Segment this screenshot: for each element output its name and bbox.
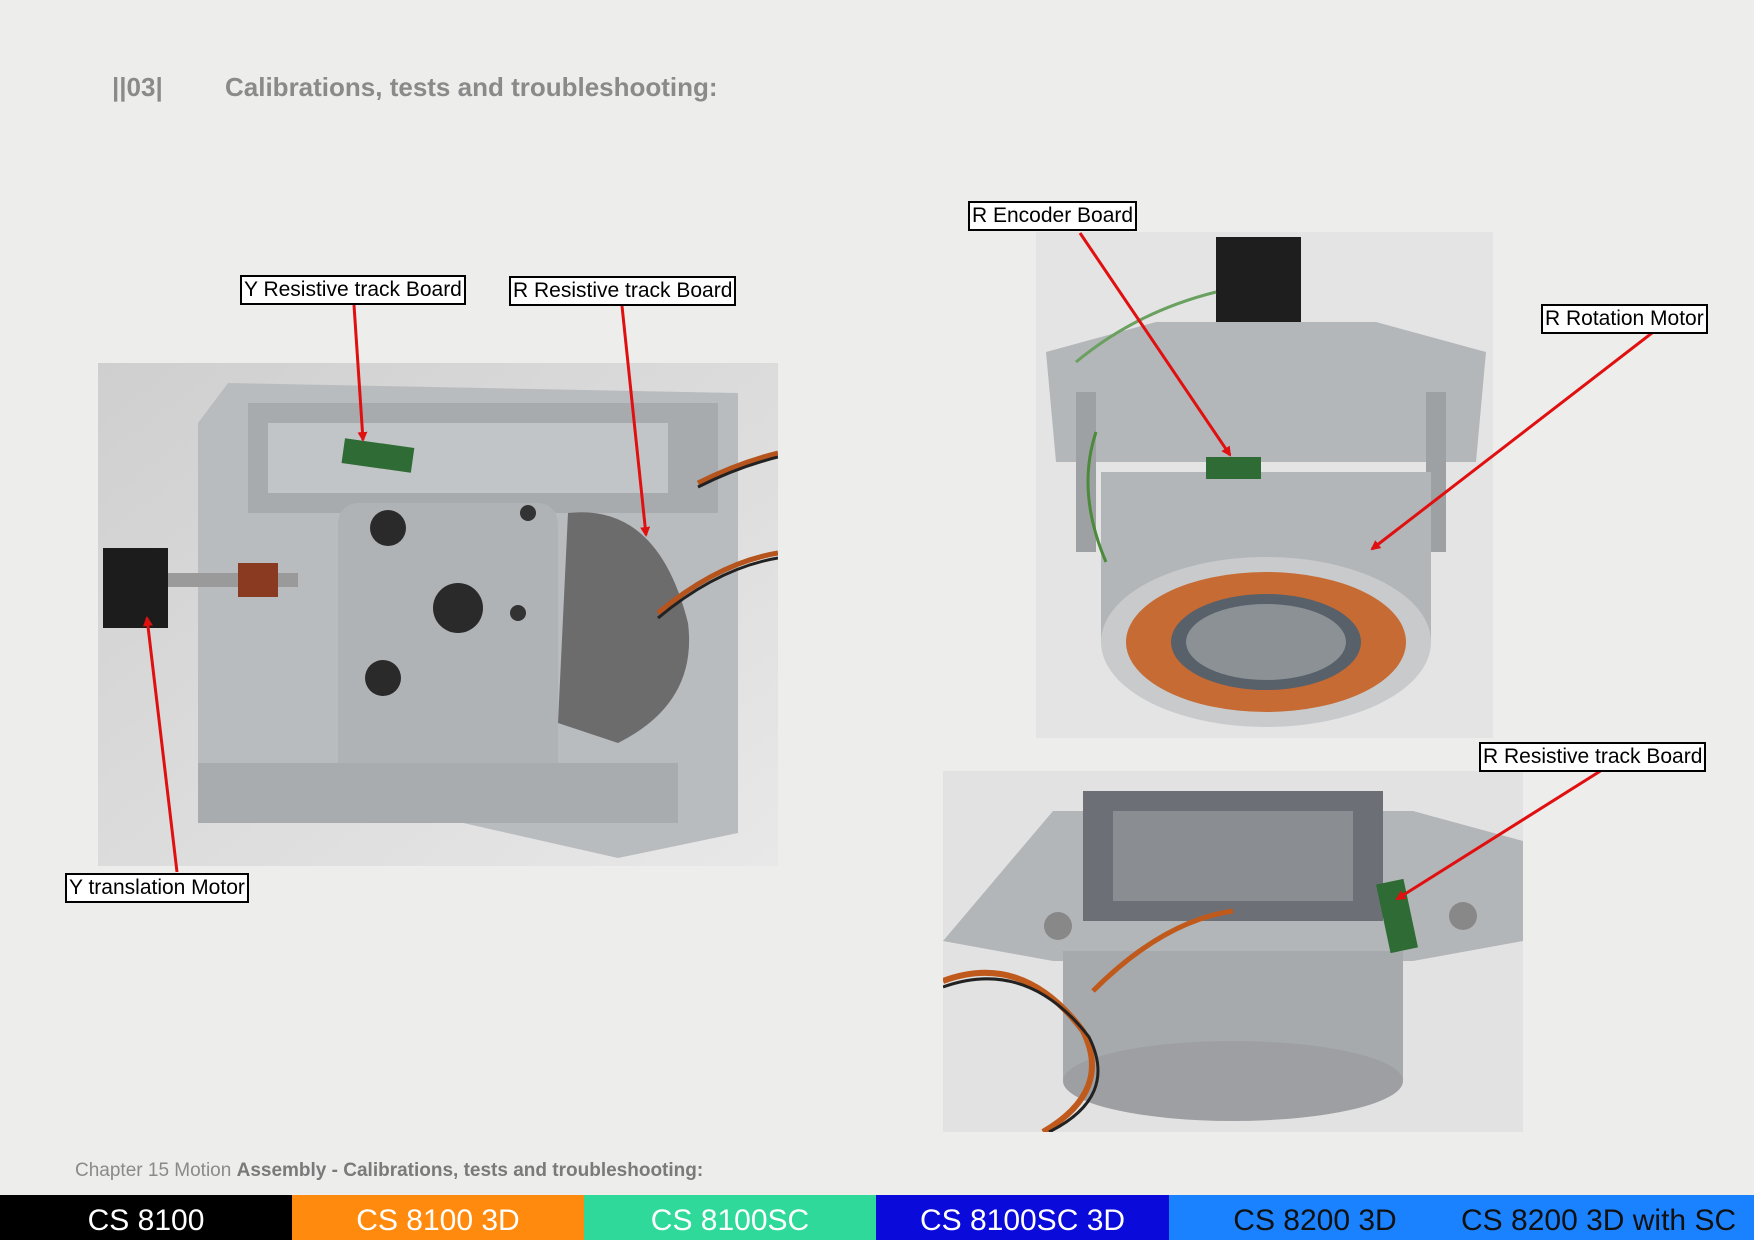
section-number: ||03| bbox=[112, 72, 163, 102]
y-axis-assembly-photo bbox=[98, 363, 778, 866]
r-rotation-assembly-photo bbox=[1036, 232, 1493, 738]
tab-cs-8200-3d[interactable]: CS 8200 3D bbox=[1169, 1195, 1461, 1240]
r-resistive-track-photo bbox=[943, 771, 1523, 1132]
callout-r-resistive-track-board-right: R Resistive track Board bbox=[1479, 742, 1707, 772]
callout-y-translation-motor: Y translation Motor bbox=[65, 873, 249, 903]
footer-bold: Assembly - Calibrations, tests and troub… bbox=[236, 1160, 704, 1181]
callout-r-encoder-board: R Encoder Board bbox=[968, 201, 1138, 231]
tab-cs-8100sc[interactable]: CS 8100SC bbox=[584, 1195, 876, 1240]
tab-cs-8100[interactable]: CS 8100 bbox=[0, 1195, 292, 1240]
footer-prefix: Chapter 15 Motion bbox=[75, 1160, 237, 1181]
tab-cs-8100-3d[interactable]: CS 8100 3D bbox=[292, 1195, 584, 1240]
callout-y-resistive-track-board: Y Resistive track Board bbox=[240, 275, 466, 305]
page-title: Calibrations, tests and troubleshooting: bbox=[225, 72, 718, 102]
footer-text: Chapter 15 Motion Assembly - Calibration… bbox=[75, 1160, 703, 1182]
tab-cs-8100sc-3d[interactable]: CS 8100SC 3D bbox=[876, 1195, 1169, 1240]
callout-r-resistive-track-board-left: R Resistive track Board bbox=[509, 276, 737, 306]
model-tabs: CS 8100 CS 8100 3D CS 8100SC CS 8100SC 3… bbox=[0, 1195, 1754, 1240]
callout-r-rotation-motor: R Rotation Motor bbox=[1541, 304, 1708, 334]
tab-cs-8200-3d-with-sc[interactable]: CS 8200 3D with SC bbox=[1461, 1195, 1754, 1240]
